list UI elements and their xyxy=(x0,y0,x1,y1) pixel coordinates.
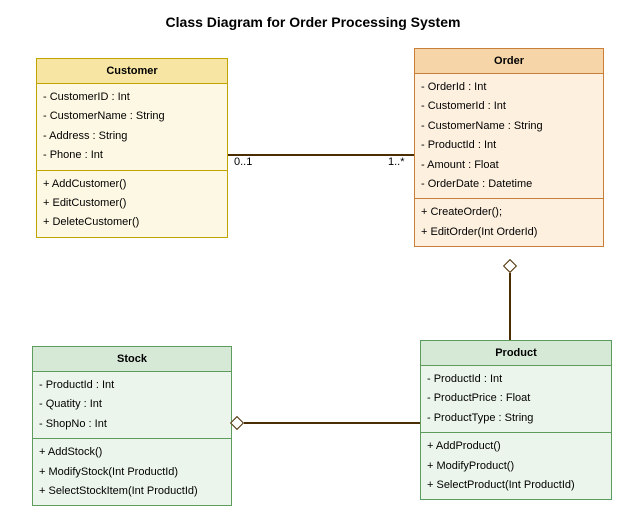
class-product: Product - ProductId : Int - ProductPrice… xyxy=(420,340,612,500)
assoc-customer-order xyxy=(228,154,414,156)
method: + EditCustomer() xyxy=(43,194,221,213)
attribute: - Phone : Int xyxy=(43,146,221,165)
class-order-attributes: - OrderId : Int - CustomerId : Int - Cus… xyxy=(415,74,603,199)
attribute: - ProductPrice : Float xyxy=(427,389,605,408)
method: + EditOrder(Int OrderId) xyxy=(421,223,597,242)
attribute: - ProductType : String xyxy=(427,409,605,428)
attribute: - OrderId : Int xyxy=(421,78,597,97)
attribute: - ShopNo : Int xyxy=(39,415,225,434)
attribute: - ProductId : Int xyxy=(39,376,225,395)
class-product-attributes: - ProductId : Int - ProductPrice : Float… xyxy=(421,366,611,433)
assoc-order-product xyxy=(509,273,511,340)
diagram-title: Class Diagram for Order Processing Syste… xyxy=(0,0,626,30)
class-customer-name: Customer xyxy=(37,59,227,84)
attribute: - Quatity : Int xyxy=(39,395,225,414)
class-customer-methods: + AddCustomer() + EditCustomer() + Delet… xyxy=(37,171,227,237)
attribute: - ProductId : Int xyxy=(421,136,597,155)
class-customer-attributes: - CustomerID : Int - CustomerName : Stri… xyxy=(37,84,227,171)
class-order: Order - OrderId : Int - CustomerId : Int… xyxy=(414,48,604,247)
class-product-name: Product xyxy=(421,341,611,366)
class-stock: Stock - ProductId : Int - Quatity : Int … xyxy=(32,346,232,506)
class-product-methods: + AddProduct() + ModifyProduct() + Selec… xyxy=(421,433,611,499)
multiplicity-customer: 0..1 xyxy=(234,156,252,168)
attribute: - CustomerName : String xyxy=(421,117,597,136)
method: + SelectStockItem(Int ProductId) xyxy=(39,482,225,501)
method: + AddCustomer() xyxy=(43,175,221,194)
class-order-name: Order xyxy=(415,49,603,74)
class-stock-attributes: - ProductId : Int - Quatity : Int - Shop… xyxy=(33,372,231,439)
method: + SelectProduct(Int ProductId) xyxy=(427,476,605,495)
class-stock-methods: + AddStock() + ModifyStock(Int ProductId… xyxy=(33,439,231,505)
method: + AddStock() xyxy=(39,443,225,462)
attribute: - CustomerID : Int xyxy=(43,88,221,107)
method: + ModifyProduct() xyxy=(427,457,605,476)
class-stock-name: Stock xyxy=(33,347,231,372)
attribute: - CustomerId : Int xyxy=(421,97,597,116)
method: + CreateOrder(); xyxy=(421,203,597,222)
class-order-methods: + CreateOrder(); + EditOrder(Int OrderId… xyxy=(415,199,603,246)
method: + ModifyStock(Int ProductId) xyxy=(39,463,225,482)
aggregation-diamond-order-product xyxy=(503,259,517,273)
attribute: - ProductId : Int xyxy=(427,370,605,389)
attribute: - Address : String xyxy=(43,127,221,146)
attribute: - CustomerName : String xyxy=(43,107,221,126)
method: + DeleteCustomer() xyxy=(43,213,221,232)
method: + AddProduct() xyxy=(427,437,605,456)
multiplicity-order: 1..* xyxy=(388,156,405,168)
assoc-stock-product xyxy=(244,422,420,424)
class-customer: Customer - CustomerID : Int - CustomerNa… xyxy=(36,58,228,238)
attribute: - OrderDate : Datetime xyxy=(421,175,597,194)
aggregation-diamond-stock-product xyxy=(230,416,244,430)
attribute: - Amount : Float xyxy=(421,156,597,175)
